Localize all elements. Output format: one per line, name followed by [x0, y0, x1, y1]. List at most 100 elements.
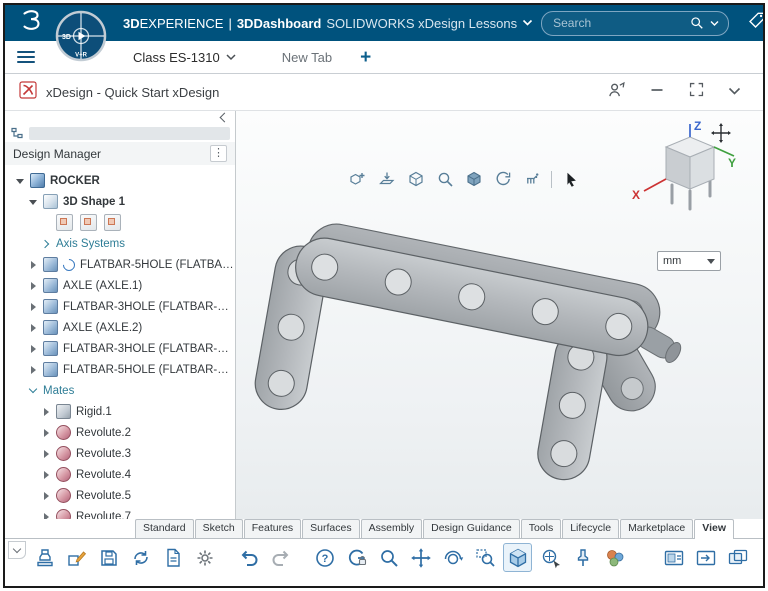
- chevron-down-icon[interactable]: [522, 19, 533, 27]
- minimize-icon[interactable]: [649, 82, 665, 103]
- tab-lifecycle[interactable]: Lifecycle: [562, 519, 619, 538]
- insert-component-icon[interactable]: [348, 169, 368, 189]
- collapse-toolbar-icon[interactable]: [8, 541, 26, 559]
- 3ds-logo-icon[interactable]: [17, 8, 45, 39]
- slide-view-icon[interactable]: [660, 544, 687, 571]
- tab-design-guidance[interactable]: Design Guidance: [423, 519, 520, 538]
- expand-arrow-icon[interactable]: [41, 407, 51, 417]
- tree-item-mates[interactable]: Mates: [5, 380, 235, 401]
- plane-zx-icon[interactable]: [104, 214, 121, 231]
- tab-tools[interactable]: Tools: [521, 519, 562, 538]
- tab-new-tab[interactable]: New Tab: [272, 41, 342, 73]
- tab-features[interactable]: Features: [244, 519, 301, 538]
- panel-collapse-icon[interactable]: [220, 113, 230, 123]
- zoom-icon[interactable]: [375, 544, 402, 571]
- expand-arrow-icon[interactable]: [41, 428, 51, 438]
- slide-annotate-icon[interactable]: [692, 544, 719, 571]
- help-icon[interactable]: ?: [311, 544, 338, 571]
- add-tab-button[interactable]: +: [360, 48, 371, 67]
- expand-arrow-icon[interactable]: [28, 344, 38, 354]
- zoom-window-icon[interactable]: [471, 544, 498, 571]
- tree-item-axle-1[interactable]: AXLE (AXLE.1): [5, 275, 235, 296]
- rotate-view-icon[interactable]: [493, 169, 513, 189]
- tree-item-flatbar-3hole-1[interactable]: FLATBAR-3HOLE (FLATBAR-3H...: [5, 296, 235, 317]
- walk-mode-icon[interactable]: [522, 169, 542, 189]
- expand-arrow-icon[interactable]: [41, 449, 51, 459]
- tree-item-planes[interactable]: [5, 212, 235, 233]
- chevron-right-icon[interactable]: [41, 239, 51, 249]
- expand-arrow-icon[interactable]: [28, 365, 38, 375]
- 3d-viewport[interactable]: Z Y X mm: [236, 111, 763, 519]
- menu-hamburger-icon[interactable]: [17, 51, 35, 63]
- hide-show-icon[interactable]: [406, 169, 426, 189]
- tab-marketplace[interactable]: Marketplace: [620, 519, 693, 538]
- search-input[interactable]: [551, 15, 684, 31]
- tree-item-3d-shape-1[interactable]: 3D Shape 1: [5, 191, 235, 212]
- expand-arrow-icon[interactable]: [28, 260, 38, 270]
- tree-item-rigid-1[interactable]: Rigid.1: [5, 401, 235, 422]
- expand-arrow-icon[interactable]: [28, 323, 38, 333]
- look-at-icon[interactable]: [537, 544, 564, 571]
- tab-assembly[interactable]: Assembly: [361, 519, 423, 538]
- update-sync-icon[interactable]: [127, 544, 154, 571]
- tree-item-flatbar-5hole-2[interactable]: FLATBAR-5HOLE (FLATBAR-5H...: [5, 359, 235, 380]
- expand-arrow-icon[interactable]: [41, 512, 51, 520]
- dashboard-context[interactable]: SOLIDWORKS xDesign Lessons: [326, 16, 517, 31]
- share-user-icon[interactable]: [607, 80, 626, 104]
- render-styles-icon[interactable]: [601, 544, 628, 571]
- undo-icon[interactable]: [235, 544, 262, 571]
- expand-arrow-icon[interactable]: [28, 281, 38, 291]
- tab-surfaces[interactable]: Surfaces: [302, 519, 359, 538]
- view-lock-icon[interactable]: [343, 544, 370, 571]
- orbit-icon[interactable]: [439, 544, 466, 571]
- chevron-down-icon[interactable]: [28, 386, 38, 396]
- tree-item-axis-systems[interactable]: Axis Systems: [5, 233, 235, 254]
- section-view-icon[interactable]: [377, 169, 397, 189]
- zoom-area-icon[interactable]: [435, 169, 455, 189]
- tree-item-revolute-3[interactable]: Revolute.3: [5, 443, 235, 464]
- edit-component-icon[interactable]: [63, 544, 90, 571]
- expand-arrow-icon[interactable]: [15, 176, 25, 186]
- isometric-view-icon[interactable]: [503, 543, 532, 572]
- save-icon[interactable]: [95, 544, 122, 571]
- tab-view[interactable]: View: [694, 519, 734, 539]
- expand-arrow-icon[interactable]: [28, 197, 38, 207]
- expand-arrow-icon[interactable]: [28, 302, 38, 312]
- tree-item-axle-2[interactable]: AXLE (AXLE.2): [5, 317, 235, 338]
- tab-sketch[interactable]: Sketch: [195, 519, 243, 538]
- 3dexperience-compass[interactable]: 3D V+R: [55, 10, 107, 62]
- collapse-chevron-icon[interactable]: [728, 83, 741, 101]
- search-box[interactable]: [541, 11, 729, 36]
- search-icon[interactable]: [690, 16, 704, 30]
- tree-item-revolute-4[interactable]: Revolute.4: [5, 464, 235, 485]
- expand-arrow-icon[interactable]: [41, 491, 51, 501]
- tree-item-revolute-7[interactable]: Revolute.7: [5, 506, 235, 519]
- tree-item-revolute-5[interactable]: Revolute.5: [5, 485, 235, 506]
- redo-icon[interactable]: [267, 544, 294, 571]
- shaded-view-icon[interactable]: [464, 169, 484, 189]
- stamp-icon[interactable]: [31, 544, 58, 571]
- fullscreen-icon[interactable]: [688, 81, 705, 103]
- tab-class-es-1310[interactable]: Class ES-1310: [123, 41, 246, 73]
- export-document-icon[interactable]: [159, 544, 186, 571]
- units-dropdown[interactable]: mm: [657, 251, 721, 271]
- pin-view-icon[interactable]: [569, 544, 596, 571]
- tree-item-revolute-2[interactable]: Revolute.2: [5, 422, 235, 443]
- view-cube[interactable]: Z Y X: [627, 119, 739, 236]
- tree-structure-icon[interactable]: [10, 126, 24, 140]
- settings-gear-icon[interactable]: [191, 544, 218, 571]
- tree-item-flatbar-3hole-2[interactable]: FLATBAR-3HOLE (FLATBAR-3H...: [5, 338, 235, 359]
- panel-filter-bar[interactable]: [29, 127, 230, 140]
- panel-menu-icon[interactable]: ⋮: [210, 145, 227, 162]
- expand-arrow-icon[interactable]: [41, 470, 51, 480]
- tag-icon[interactable]: [747, 11, 765, 35]
- pan-icon[interactable]: [407, 544, 434, 571]
- chevron-down-icon[interactable]: [226, 54, 236, 61]
- plane-yz-icon[interactable]: [80, 214, 97, 231]
- tree-item-flatbar-5hole-1[interactable]: FLATBAR-5HOLE (FLATBAR...: [5, 254, 235, 275]
- plane-xy-icon[interactable]: [56, 214, 73, 231]
- tree-item-rocker[interactable]: ROCKER: [5, 170, 235, 191]
- search-options-chevron-icon[interactable]: [710, 20, 719, 27]
- select-cursor-icon[interactable]: [561, 169, 581, 189]
- tab-standard[interactable]: Standard: [135, 519, 194, 538]
